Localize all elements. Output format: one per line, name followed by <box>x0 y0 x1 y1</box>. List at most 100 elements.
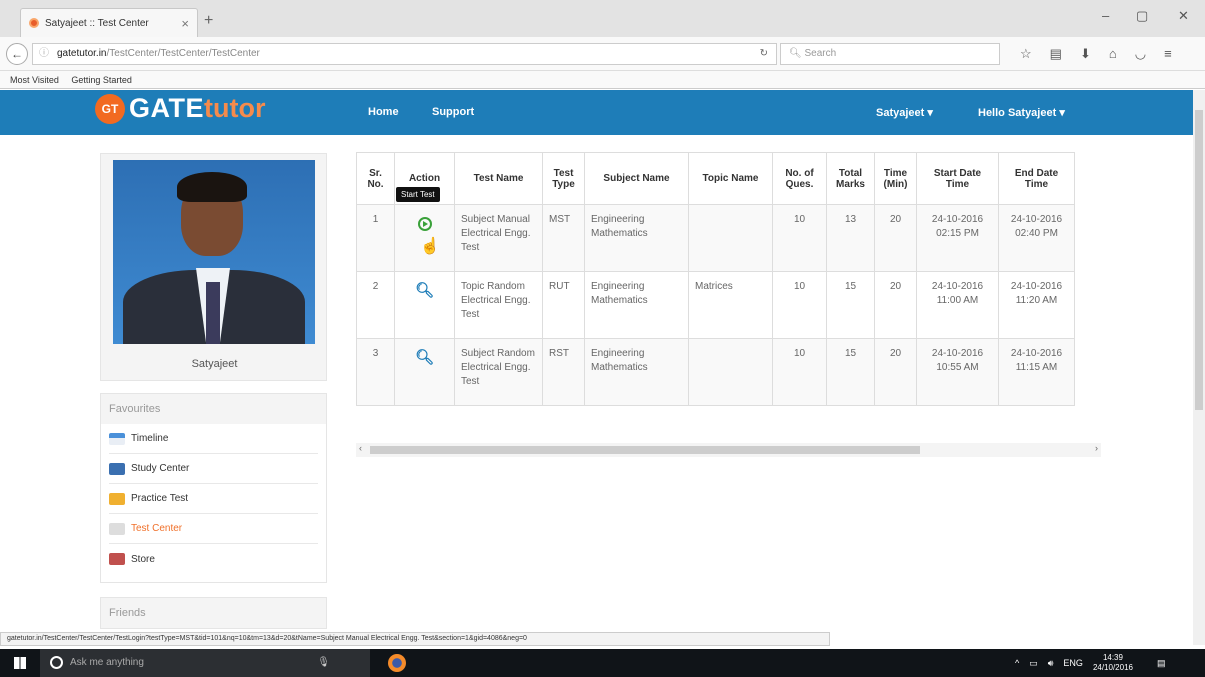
back-icon[interactable]: ← <box>6 43 28 65</box>
cell-action: 🔍︎ <box>394 338 455 406</box>
cell-test-type: MST <box>542 204 585 272</box>
site-favicon-icon <box>29 18 39 28</box>
cortana-icon <box>50 656 63 669</box>
cortana-search-input[interactable]: Ask me anything 🎙 <box>40 649 370 677</box>
bookmarks-toolbar: Most Visited Getting Started <box>0 71 1205 89</box>
close-tab-icon[interactable]: × <box>181 16 189 31</box>
cell-time: 20 <box>874 204 917 272</box>
cell-start: 24-10-2016 10:55 AM <box>916 338 999 406</box>
clock-date: 24/10/2016 <box>1092 663 1133 672</box>
fav-item-study-center[interactable]: Study Center <box>109 454 318 484</box>
microphone-icon[interactable]: 🎙 <box>317 649 330 677</box>
network-icon[interactable]: ▭ <box>1029 658 1038 669</box>
notifications-icon[interactable]: ▤ <box>1157 658 1166 669</box>
study-center-icon <box>109 462 125 475</box>
scroll-left-icon[interactable]: ‹ <box>359 443 362 453</box>
cell-test-name: Subject Random Electrical Engg. Test <box>454 338 543 406</box>
th-test-name: Test Name <box>454 152 543 205</box>
url-path: /TestCenter/TestCenter/TestCenter <box>106 48 260 59</box>
pocket-icon[interactable]: ◡ <box>1135 46 1146 62</box>
browser-tab-strip: Satyajeet :: Test Center × + – ▢ ✕ <box>0 0 1205 37</box>
windows-taskbar: Ask me anything 🎙 ^ ▭ 🔊︎ ENG 14:39 24/10… <box>0 649 1205 677</box>
fav-item-test-center[interactable]: Test Center <box>109 514 318 544</box>
reading-list-icon[interactable]: ▤ <box>1050 46 1062 62</box>
test-center-icon <box>109 522 125 535</box>
logo-badge: GT <box>95 93 125 124</box>
url-domain: gatetutor.in <box>57 48 107 59</box>
system-tray: ^ ▭ 🔊︎ ENG 14:39 24/10/2016 ▤ <box>1015 649 1166 677</box>
bookmark-star-icon[interactable]: ☆ <box>1020 46 1032 62</box>
view-test-icon[interactable]: 🔍︎ <box>415 350 434 365</box>
site-logo[interactable]: GT GATE tutor <box>95 93 265 124</box>
cell-subject: Engineering Mathematics <box>584 204 689 272</box>
cell-test-name: Subject Manual Electrical Engg. Test <box>454 204 543 272</box>
language-indicator[interactable]: ENG <box>1063 658 1083 668</box>
table-row: 2 🔍︎ Topic Random Electrical Engg. Test … <box>356 271 1075 339</box>
cell-ques: 10 <box>772 204 827 272</box>
tray-chevron-icon[interactable]: ^ <box>1015 658 1019 668</box>
home-icon[interactable]: ⌂ <box>1109 46 1117 62</box>
new-tab-icon[interactable]: + <box>204 12 213 30</box>
download-icon[interactable]: ⬇ <box>1080 46 1091 62</box>
browser-tab[interactable]: Satyajeet :: Test Center × <box>20 8 198 37</box>
bookmark-getting-started[interactable]: Getting Started <box>71 75 132 85</box>
search-icon: 🔍︎ <box>789 48 805 59</box>
browser-navbar: ← ⓘ gatetutor.in/TestCenter/TestCenter/T… <box>0 37 1205 71</box>
th-sr-no: Sr. No. <box>356 152 395 205</box>
th-topic-name: Topic Name <box>688 152 773 205</box>
maximize-icon[interactable]: ▢ <box>1136 8 1148 24</box>
timeline-icon <box>109 432 125 445</box>
clock-time: 14:39 <box>1102 653 1123 662</box>
reload-icon[interactable]: ↻ <box>760 44 768 64</box>
cell-time: 20 <box>874 271 917 339</box>
start-test-tooltip: Start Test <box>396 187 440 202</box>
fav-item-label: Store <box>131 553 155 565</box>
cell-test-type: RST <box>542 338 585 406</box>
friends-panel-title: Friends <box>100 597 327 629</box>
cell-test-name: Topic Random Electrical Engg. Test <box>454 271 543 339</box>
info-icon[interactable]: ⓘ <box>39 44 49 64</box>
fav-item-practice-test[interactable]: Practice Test <box>109 484 318 514</box>
cell-sr: 3 <box>356 338 395 406</box>
bookmark-most-visited[interactable]: Most Visited <box>10 75 59 85</box>
nav-support-link[interactable]: Support <box>432 106 474 118</box>
logo-tutor-text: tutor <box>204 93 266 123</box>
cell-ques: 10 <box>772 338 827 406</box>
minimize-icon[interactable]: – <box>1102 8 1109 23</box>
greeting-menu[interactable]: Hello Satyajeet ▾ <box>978 106 1065 119</box>
search-placeholder: Search <box>804 48 837 59</box>
th-test-type: Test Type <box>542 152 585 205</box>
windows-start-icon[interactable] <box>14 657 26 669</box>
scroll-right-icon[interactable]: › <box>1095 443 1098 453</box>
profile-card: Satyajeet <box>100 153 327 381</box>
cell-end: 24-10-2016 11:15 AM <box>998 338 1075 406</box>
page-scrollbar[interactable] <box>1193 90 1205 645</box>
fav-item-timeline[interactable]: Timeline <box>109 424 318 454</box>
th-start-date-time: Start Date Time <box>916 152 999 205</box>
volume-icon[interactable]: 🔊︎ <box>1048 658 1054 669</box>
fav-item-store[interactable]: Store <box>109 544 318 574</box>
view-test-icon[interactable]: 🔍︎ <box>415 283 434 298</box>
cell-marks: 15 <box>826 271 875 339</box>
table-horizontal-scrollbar[interactable]: ‹ › <box>356 443 1101 457</box>
cell-end: 24-10-2016 02:40 PM <box>998 204 1075 272</box>
cell-subject: Engineering Mathematics <box>584 271 689 339</box>
th-no-of-ques: No. of Ques. <box>772 152 827 205</box>
search-input[interactable]: 🔍︎ Search <box>780 43 1000 65</box>
firefox-taskbar-icon[interactable] <box>388 654 406 672</box>
status-url: gatetutor.in/TestCenter/TestCenter/TestL… <box>0 632 830 646</box>
url-bar[interactable]: ⓘ gatetutor.in/TestCenter/TestCenter/Tes… <box>32 43 777 65</box>
cell-start: 24-10-2016 02:15 PM <box>916 204 999 272</box>
user-menu[interactable]: Satyajeet ▾ <box>876 106 933 119</box>
cell-marks: 15 <box>826 338 875 406</box>
scrollbar-thumb[interactable] <box>1195 110 1203 410</box>
hscroll-thumb[interactable] <box>370 446 920 454</box>
start-test-icon[interactable] <box>417 217 432 231</box>
menu-icon[interactable]: ≡ <box>1164 46 1172 62</box>
clock[interactable]: 14:39 24/10/2016 <box>1093 653 1133 673</box>
favourites-title: Favourites <box>101 394 326 424</box>
nav-home-link[interactable]: Home <box>368 106 399 118</box>
window-close-icon[interactable]: ✕ <box>1178 8 1189 24</box>
table-row: 3 🔍︎ Subject Random Electrical Engg. Tes… <box>356 338 1075 406</box>
cell-start: 24-10-2016 11:00 AM <box>916 271 999 339</box>
